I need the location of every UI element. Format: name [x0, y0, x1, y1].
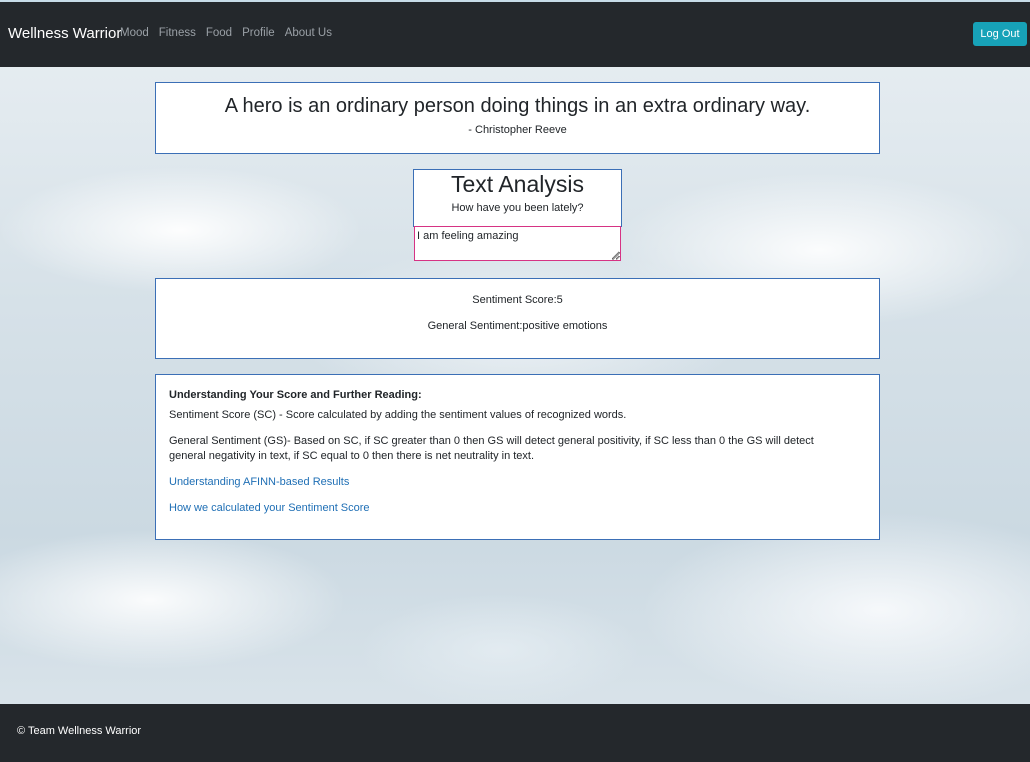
text-analysis-card: Text Analysis How have you been lately?	[413, 169, 622, 227]
quote-card: A hero is an ordinary person doing thing…	[155, 82, 880, 154]
nav-link-profile[interactable]: Profile	[242, 27, 275, 39]
mood-text-input[interactable]	[414, 226, 621, 261]
nav-link-mood[interactable]: Mood	[120, 27, 149, 39]
score-info-card: Understanding Your Score and Further Rea…	[155, 374, 880, 540]
nav-links: Mood Fitness Food Profile About Us	[120, 27, 332, 39]
nav-link-fitness[interactable]: Fitness	[159, 27, 196, 39]
top-navbar: Wellness Warrior Mood Fitness Food Profi…	[0, 0, 1030, 67]
footer-copyright: © Team Wellness Warrior	[17, 725, 142, 737]
quote-text: A hero is an ordinary person doing thing…	[224, 95, 811, 117]
sentiment-score-definition: Sentiment Score (SC) - Score calculated …	[169, 409, 627, 421]
text-analysis-prompt: How have you been lately?	[451, 202, 584, 214]
nav-link-about-us[interactable]: About Us	[285, 27, 332, 39]
sentiment-result-card: Sentiment Score:5 General Sentiment:posi…	[155, 278, 880, 359]
brand-logo[interactable]: Wellness Warrior	[8, 25, 121, 42]
afinn-results-link[interactable]: Understanding AFINN-based Results	[169, 475, 866, 490]
sentiment-score: Sentiment Score:5	[472, 294, 563, 306]
info-title: Understanding Your Score and Further Rea…	[169, 389, 422, 401]
nav-link-food[interactable]: Food	[206, 27, 232, 39]
quote-author: - Christopher Reeve	[468, 124, 567, 136]
text-analysis-title: Text Analysis	[451, 171, 584, 197]
footer: © Team Wellness Warrior	[0, 704, 1030, 762]
log-out-button[interactable]: Log Out	[973, 22, 1027, 46]
general-sentiment: General Sentiment:positive emotions	[427, 320, 608, 332]
general-sentiment-definition: General Sentiment (GS)- Based on SC, if …	[169, 435, 814, 462]
score-calculation-link[interactable]: How we calculated your Sentiment Score	[169, 501, 866, 516]
